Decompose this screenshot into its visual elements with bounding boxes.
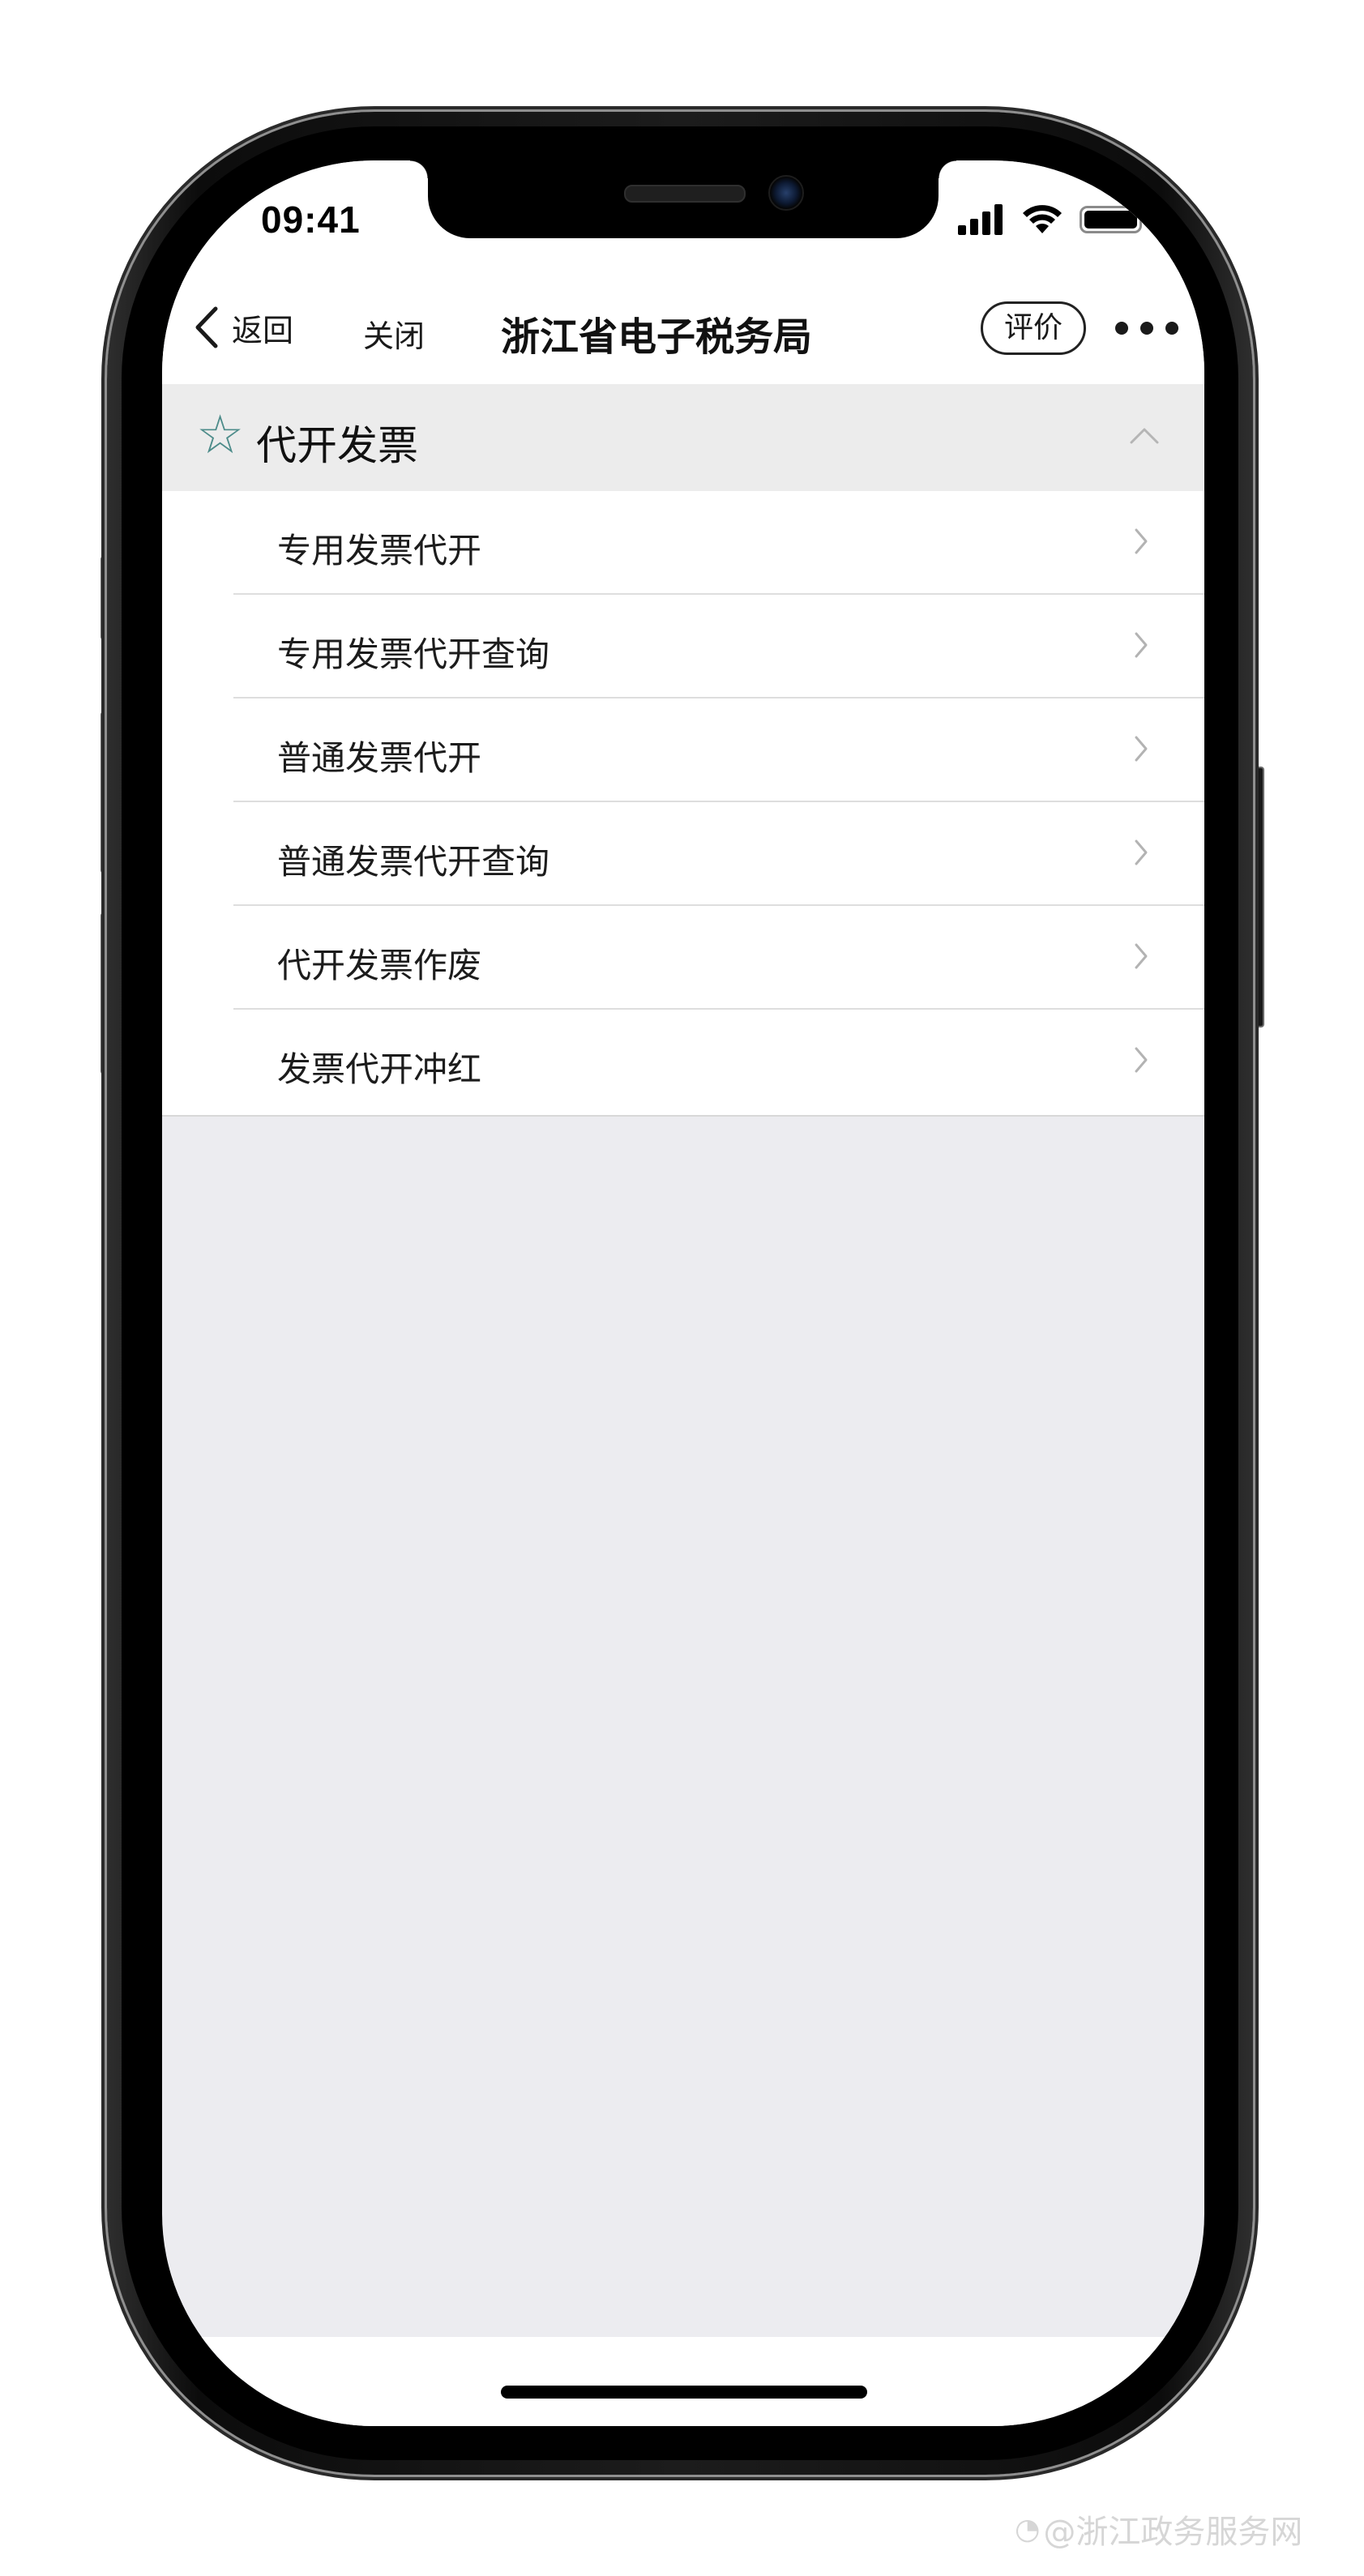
chevron-right-icon [1135,839,1148,865]
chevron-up-icon[interactable] [1128,425,1161,447]
menu-item-label: 发票代开冲红 [277,1049,482,1089]
section-header-invoice[interactable]: ☆ 代开发票 [162,384,1204,491]
weibo-icon: ◔ [1015,2512,1041,2546]
bottom-safe-area [162,2337,1204,2426]
more-dot [1165,322,1178,335]
watermark: ◔ @浙江政务服务网 [1015,2506,1302,2553]
menu-item-invoice-red-reversal[interactable]: 发票代开冲红 [233,1010,1204,1113]
menu-item-general-invoice-query[interactable]: 普通发票代开查询 [233,802,1204,906]
chevron-right-icon [1135,736,1148,762]
menu-item-label: 专用发票代开 [277,531,482,570]
watermark-text: @浙江政务服务网 [1043,2514,1303,2551]
phone-screen: 09:41 返回 关闭 浙江省电子税务局 评价 ☆ 代开发票 专用发票代开 专用… [162,160,1204,2426]
chevron-right-icon [1135,1047,1148,1073]
menu-item-label: 专用发票代开查询 [277,634,550,674]
menu-item-general-invoice-issue[interactable]: 普通发票代开 [233,698,1204,802]
rate-button[interactable]: 评价 [981,301,1086,355]
menu-item-label: 普通发票代开 [277,738,482,778]
nav-bar: 返回 关闭 浙江省电子税务局 评价 [162,272,1204,384]
page-title: 浙江省电子税务局 [500,314,812,360]
home-indicator[interactable] [501,2386,867,2399]
menu-item-label: 代开发票作废 [277,946,482,985]
page: 09:41 返回 关闭 浙江省电子税务局 评价 ☆ 代开发票 专用发票代开 专用… [0,0,1364,2576]
wifi-icon [1023,205,1062,233]
menu-item-label: 普通发票代开查询 [277,842,550,882]
star-icon[interactable]: ☆ [196,407,244,464]
back-label: 返回 [232,312,294,348]
more-dot [1115,322,1128,335]
back-button[interactable]: 返回 [193,301,293,353]
menu-item-special-invoice-issue[interactable]: 专用发票代开 [233,491,1204,595]
more-dot [1140,322,1153,335]
power-button [1251,767,1264,1027]
menu-item-special-invoice-query[interactable]: 专用发票代开查询 [233,595,1204,698]
chevron-left-icon [195,306,218,348]
section-title: 代开发票 [256,422,418,469]
notch-corner-left [410,160,428,178]
notch-corner-right [939,160,956,178]
status-icons [958,203,1152,235]
menu-item-invoice-void[interactable]: 代开发票作废 [233,906,1204,1010]
close-button[interactable]: 关闭 [363,311,425,356]
more-dots-icon[interactable] [1115,314,1178,342]
chevron-right-icon [1135,528,1148,554]
chevron-right-icon [1135,943,1148,969]
front-camera [768,175,804,211]
cellular-signal-icon [958,204,1003,235]
chevron-right-icon [1135,632,1148,658]
status-time: 09:41 [261,199,361,241]
menu-list: 专用发票代开 专用发票代开查询 普通发票代开 普通发票代开查询 代开发票作废 发… [162,491,1204,1117]
battery-icon [1080,206,1148,233]
earpiece-speaker [624,185,746,203]
